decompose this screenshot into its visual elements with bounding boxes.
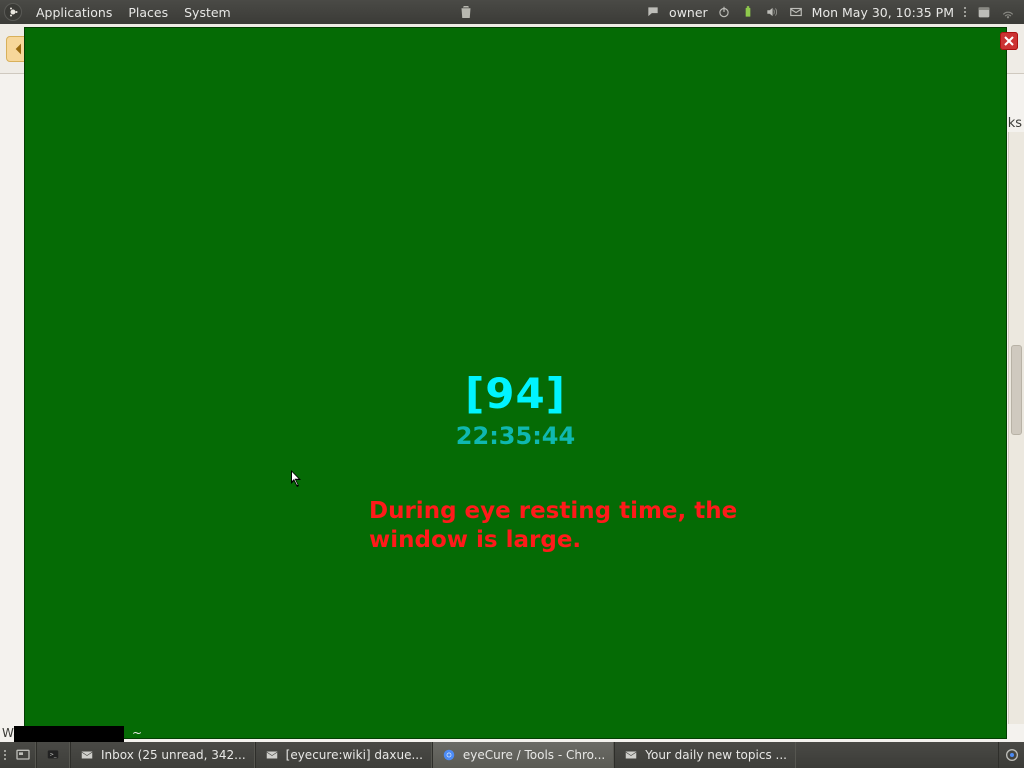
trash-icon[interactable] <box>455 1 477 23</box>
clock[interactable]: Mon May 30, 10:35 PM <box>812 5 954 20</box>
mail-icon <box>623 747 639 763</box>
mail-icon <box>79 747 95 763</box>
user-name[interactable]: owner <box>669 5 708 20</box>
eyecure-message: During eye resting time, the window is l… <box>369 497 789 555</box>
taskbar-item-inbox[interactable]: Inbox (25 unread, 342... <box>70 742 255 768</box>
svg-text:>_: >_ <box>50 752 57 758</box>
calendar-applet-icon[interactable] <box>976 4 992 20</box>
eyecure-counter: [94] <box>24 369 1007 418</box>
chrome-icon <box>441 747 457 763</box>
taskbar-item-eyecure-wiki[interactable]: [eyecure:wiki] daxue... <box>255 742 432 768</box>
redacted-terminal-title <box>14 726 124 742</box>
network-icon[interactable] <box>1000 4 1016 20</box>
close-button[interactable] <box>1000 32 1018 50</box>
eyecure-center-block: [94] 22:35:44 <box>24 369 1007 450</box>
mail-icon <box>264 747 280 763</box>
eyecure-rest-window: [94] 22:35:44 During eye resting time, t… <box>24 27 1007 739</box>
close-icon <box>1004 36 1014 46</box>
taskbar-label: Inbox (25 unread, 342... <box>101 748 246 762</box>
scrollbar-thumb[interactable] <box>1011 345 1022 435</box>
battery-icon[interactable] <box>740 4 756 20</box>
ubuntu-logo-icon <box>4 3 22 21</box>
volume-icon[interactable] <box>764 4 780 20</box>
terminal-tilde: ~ <box>132 726 142 740</box>
menu-places[interactable]: Places <box>120 5 176 20</box>
panel-handle-icon <box>0 742 10 768</box>
terminal-icon: >_ <box>45 747 61 763</box>
taskbar-label: [eyecure:wiki] daxue... <box>286 748 423 762</box>
taskbar-label: eyeCure / Tools - Chro... <box>463 748 605 762</box>
taskbar-label: Your daily new topics ... <box>645 748 787 762</box>
power-icon[interactable] <box>716 4 732 20</box>
taskbar-item-terminal[interactable]: >_ <box>36 742 70 768</box>
top-panel: Applications Places System owner Mon May… <box>0 0 1024 24</box>
taskbar-item-daily-topics[interactable]: Your daily new topics ... <box>614 742 796 768</box>
menu-system[interactable]: System <box>176 5 239 20</box>
chat-status-icon[interactable] <box>645 4 661 20</box>
bookmarks-label-fragment: ks <box>1008 116 1022 131</box>
browser-scrollbar[interactable] <box>1008 132 1024 724</box>
taskbar-item-eyecure-chrome[interactable]: eyeCure / Tools - Chro... <box>432 742 614 768</box>
system-tray: owner Mon May 30, 10:35 PM <box>455 1 1020 23</box>
menu-applications[interactable]: Applications <box>28 5 120 20</box>
eyecure-time: 22:35:44 <box>24 422 1007 450</box>
mouse-cursor-icon <box>291 470 303 488</box>
panel-handle-icon <box>962 7 968 17</box>
mail-indicator-icon[interactable] <box>788 4 804 20</box>
show-desktop-button[interactable] <box>10 742 36 768</box>
workspace-switcher[interactable] <box>998 742 1024 768</box>
bottom-panel: >_ Inbox (25 unread, 342... [eyecure:wik… <box>0 742 1024 768</box>
